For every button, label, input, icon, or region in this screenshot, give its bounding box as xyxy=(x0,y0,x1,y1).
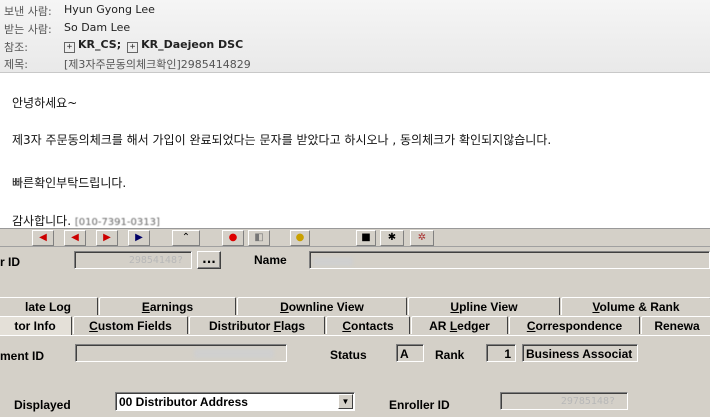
cc-recipient-kr-daejeon[interactable]: KR_Daejeon DSC xyxy=(141,38,243,51)
tab-ar-ledger[interactable]: AR Ledger xyxy=(411,316,508,334)
people-icon[interactable]: ✱ xyxy=(380,230,404,246)
closing-text: 감사합니다. xyxy=(12,214,72,228)
tab-downline-view[interactable]: Downline View xyxy=(237,297,407,315)
distributor-id-value: 29854148? xyxy=(128,255,183,266)
lock-icon[interactable]: ■ xyxy=(356,230,376,246)
cc-recipient-kr-cs[interactable]: KR_CS; xyxy=(78,38,121,51)
tab-volume-rank[interactable]: Volume & Rank xyxy=(561,297,710,315)
next-record-icon[interactable]: ▶ xyxy=(96,230,118,246)
tab-earnings[interactable]: Earnings xyxy=(99,297,236,315)
tab-upline-view[interactable]: Upline View xyxy=(408,297,560,315)
to-value[interactable]: So Dam Lee xyxy=(64,21,130,34)
cc-label: 참조: xyxy=(4,41,28,54)
address-select-value: 00 Distributor Address xyxy=(119,395,248,409)
subject-value: [제3자주문동의체크확인]2985414829 xyxy=(64,58,251,71)
shipment-id-field[interactable] xyxy=(75,344,287,362)
tab-distributor-flags[interactable]: Distributor Flags xyxy=(189,316,325,334)
delete-icon[interactable]: ● xyxy=(222,230,244,246)
enroller-id-value: 29785148? xyxy=(560,396,615,407)
subject-label: 제목: xyxy=(4,58,28,71)
email-header: 보낸 사람: Hyun Gyong Lee 받는 사람: So Dam Lee … xyxy=(0,0,710,73)
redacted-name-icon xyxy=(313,257,353,267)
enroller-id-label: Enroller ID xyxy=(389,398,450,412)
name-field[interactable] xyxy=(309,251,710,269)
greeting-text: 안녕하세요~ xyxy=(12,96,78,110)
enroller-id-field[interactable]: 29785148? xyxy=(500,392,628,410)
network-icon[interactable]: ✲ xyxy=(410,230,434,246)
redacted-id-icon xyxy=(194,349,274,358)
first-record-icon[interactable]: ◀ xyxy=(32,230,54,246)
distributor-lookup-button[interactable]: ... xyxy=(197,251,221,269)
to-label: 받는 사람: xyxy=(4,23,52,36)
address-select[interactable]: 00 Distributor Address ▼ xyxy=(115,392,355,411)
tab-contacts[interactable]: Contacts xyxy=(326,316,410,334)
name-label: Name xyxy=(254,253,287,267)
phone-text: [010-7391-0313] xyxy=(74,217,160,228)
tab-correspondence[interactable]: Correspondence xyxy=(509,316,640,334)
tab-distributor-info[interactable]: tor Info xyxy=(0,316,72,336)
from-value[interactable]: Hyun Gyong Lee xyxy=(64,3,155,16)
body-line-1: 제3자 주문동의체크를 해서 가입이 완료되었다는 문자를 받았다고 하시오나 … xyxy=(12,133,552,147)
tab-row-2: tor Info Custom Fields Distributor Flags… xyxy=(0,316,710,336)
distributor-id-field[interactable]: 29854148? xyxy=(74,251,192,269)
cc-value: + KR_CS; + KR_Daejeon DSC xyxy=(64,38,249,53)
body-line-2: 빠른확인부탁드립니다. xyxy=(12,176,127,190)
app-screenshot: ◀ ◀ ▶ ▶ ⌃ ● ◧ ● ■ ✱ ✲ r ID 29854148? ...… xyxy=(0,228,710,417)
status-field[interactable]: A xyxy=(396,344,424,362)
app-toolbar: ◀ ◀ ▶ ▶ ⌃ ● ◧ ● ■ ✱ ✲ xyxy=(0,229,710,247)
tab-custom-fields[interactable]: Custom Fields xyxy=(73,316,188,334)
collapse-icon[interactable]: ⌃ xyxy=(172,230,200,246)
expand-group-icon[interactable]: + xyxy=(127,42,139,53)
tab-renewal[interactable]: Renewa xyxy=(641,316,710,334)
closing-line: 감사합니다. [010-7391-0313] xyxy=(12,212,160,229)
last-record-icon[interactable]: ▶ xyxy=(128,230,150,246)
distributor-id-label: r ID xyxy=(0,255,21,269)
from-label: 보낸 사람: xyxy=(4,5,52,18)
chevron-down-icon[interactable]: ▼ xyxy=(338,394,353,409)
expand-group-icon[interactable]: + xyxy=(64,42,75,53)
rank-name-field[interactable]: Business Associat xyxy=(522,344,638,362)
shipment-id-label: ment ID xyxy=(0,349,45,363)
tab-update-log[interactable]: late Log xyxy=(0,297,98,315)
rank-field[interactable]: 1 xyxy=(486,344,516,362)
lightbulb-icon[interactable]: ● xyxy=(290,230,310,246)
tab-row-1: late Log Earnings Downline View Upline V… xyxy=(0,297,710,315)
rank-label: Rank xyxy=(435,348,465,362)
displayed-label: Displayed xyxy=(14,398,71,412)
previous-record-icon[interactable]: ◀ xyxy=(64,230,86,246)
status-label: Status xyxy=(330,348,367,362)
speaker-icon[interactable]: ◧ xyxy=(248,230,270,246)
